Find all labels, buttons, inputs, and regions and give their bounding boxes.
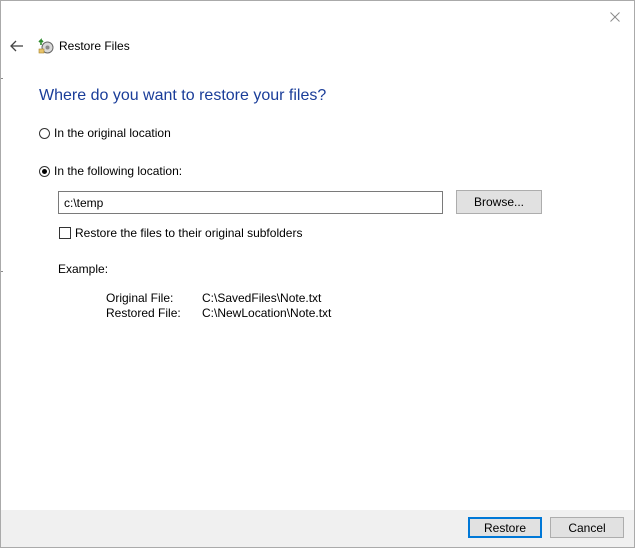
window-title: Restore Files — [59, 39, 130, 53]
close-button[interactable] — [606, 7, 624, 25]
example-original-value: C:\SavedFiles\Note.txt — [202, 291, 322, 305]
radio-button-following[interactable] — [39, 165, 50, 177]
example-restored-value: C:\NewLocation\Note.txt — [202, 306, 332, 320]
restore-files-dialog: Restore Files Where do you want to resto… — [0, 0, 635, 548]
cancel-button[interactable]: Cancel — [550, 517, 624, 538]
close-icon — [610, 11, 620, 22]
example-original-key: Original File: — [106, 291, 174, 305]
title-bar: Restore Files — [38, 37, 130, 55]
restore-button[interactable]: Restore — [468, 517, 542, 538]
back-arrow-icon — [10, 40, 24, 52]
subfolders-checkbox[interactable] — [59, 227, 71, 239]
example-restored-key: Restored File: — [106, 306, 181, 320]
location-input[interactable] — [58, 191, 443, 214]
example-table: Original File: C:\SavedFiles\Note.txt Re… — [106, 291, 331, 320]
edge-tick — [1, 271, 3, 272]
radio-following-location[interactable]: In the following location: — [39, 163, 182, 179]
radio-button-original[interactable] — [39, 127, 50, 139]
browse-button[interactable]: Browse... — [456, 190, 542, 214]
back-button[interactable] — [9, 38, 25, 54]
radio-original-label: In the original location — [54, 126, 171, 140]
subfolders-checkbox-label: Restore the files to their original subf… — [75, 226, 303, 240]
page-heading: Where do you want to restore your files? — [39, 87, 327, 104]
subfolders-checkbox-row[interactable]: Restore the files to their original subf… — [59, 225, 302, 241]
radio-following-label: In the following location: — [54, 164, 183, 178]
edge-tick — [1, 78, 3, 79]
restore-files-icon — [38, 38, 54, 54]
example-label: Example: — [58, 262, 109, 276]
radio-original-location[interactable]: In the original location — [39, 125, 171, 141]
